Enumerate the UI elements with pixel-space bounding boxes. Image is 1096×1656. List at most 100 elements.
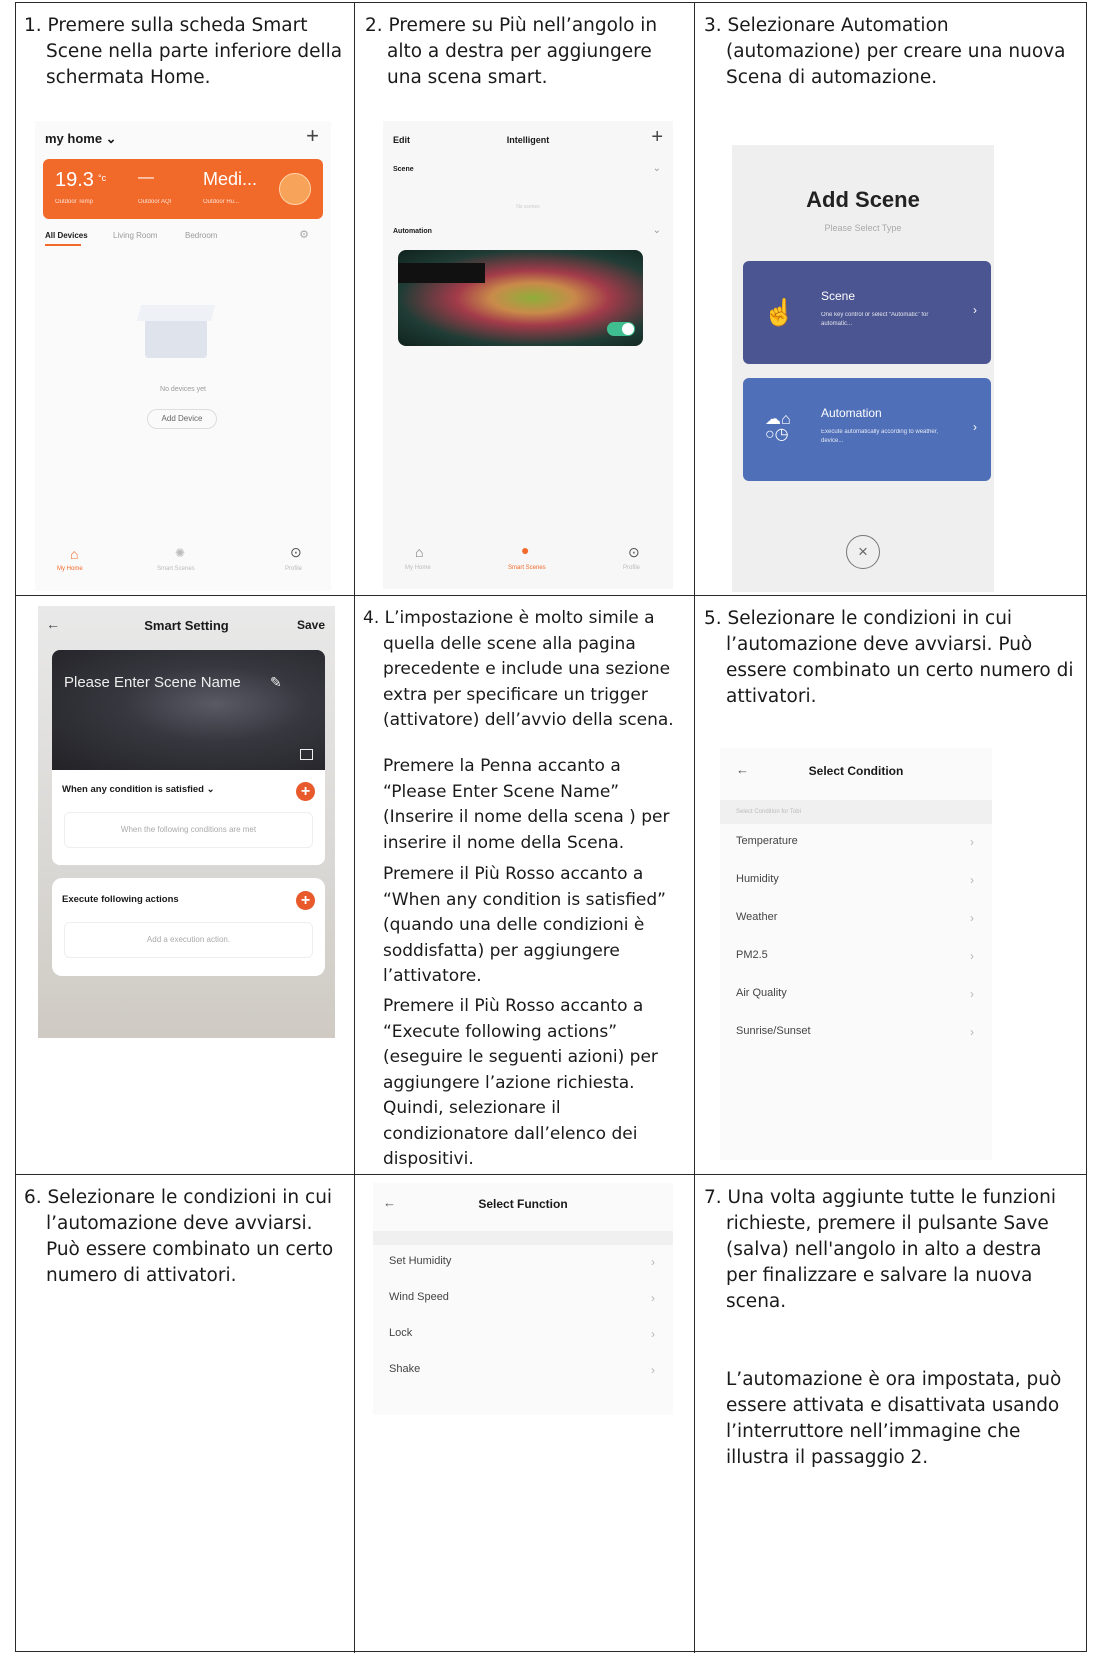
add-device-button[interactable]: Add Device [147,409,217,429]
hand-tap-icon: ☝ [763,297,796,327]
tab-bedroom[interactable]: Bedroom [185,231,217,240]
actions-card: Execute following actions + Add a execut… [52,878,325,976]
nav-scenes-label: Smart Scenes [508,565,546,571]
scene-chevron-icon[interactable]: ⌄ [653,163,661,174]
step-4-para-3: Premere il Più Rosso accanto a “When any… [383,864,666,986]
temp-value: 19.3 [55,169,94,191]
tab-all-devices[interactable]: All Devices [45,231,88,240]
hum-label: Outdoor Hu... [203,199,240,205]
pencil-icon[interactable]: ✎ [270,674,282,691]
condition-section-header: Select Condition for Tobi [720,800,992,824]
step-7-para-2: L’automazione è ora impostata, può esser… [726,1369,1062,1468]
select-function-screen: ← Select Function Set Humidity › Wind Spee… [373,1183,673,1415]
automation-name-redacted [398,263,485,283]
add-scene-title: Add Scene [806,187,920,212]
step-3-text: 3. Selezionare Automation (automazione) … [704,15,1066,88]
chevron-right-icon: › [973,420,977,434]
condition-item[interactable]: Humidity › [720,862,992,900]
nav-home-icon[interactable]: ⌂ [415,544,423,560]
automation-chevron-icon[interactable]: ⌄ [653,225,661,236]
function-item-label: Wind Speed [389,1291,449,1303]
condition-hint-box[interactable]: When the following conditions are met [64,812,313,848]
condition-item[interactable]: Sunrise/Sunset › [720,1014,992,1052]
step-6-text: 6. Selezionare le condizioni in cui l’au… [24,1187,334,1286]
cell-step-2: 2. Premere su Più nell’angolo in alto a … [355,3,695,596]
automation-toggle[interactable] [607,322,635,336]
settings-icon[interactable]: ⚙ [299,228,309,241]
image-icon[interactable] [300,749,313,760]
smart-setting-title: Smart Setting [144,618,229,633]
microphone-icon[interactable] [279,173,311,205]
weather-clock-icon: ☁⌂ ○◷ [765,411,791,443]
function-item[interactable]: Set Humidity › [373,1245,673,1281]
home-screen: my home ⌄ + 19.3 °c — Medi... Outdoor Te… [35,121,331,591]
select-condition-title: Select Condition [808,764,904,778]
condition-item-label: Air Quality [736,987,787,999]
tab-living-room[interactable]: Living Room [113,231,157,240]
add-condition-icon[interactable]: + [296,782,315,801]
condition-item[interactable]: Weather › [720,900,992,938]
function-item-label: Lock [389,1327,413,1339]
function-item[interactable]: Shake › [373,1353,673,1389]
function-item-label: Set Humidity [389,1255,452,1267]
condition-item[interactable]: Temperature › [720,824,992,862]
function-item[interactable]: Lock › [373,1317,673,1353]
condition-header[interactable]: When any condition is satisfied ⌄ [62,784,215,795]
nav-scenes-icon[interactable]: ● [521,542,529,558]
no-devices-text: No devices yet [160,386,206,393]
nav-scenes-icon[interactable]: ✺ [175,546,185,560]
chevron-right-icon: › [970,835,974,849]
chevron-right-icon: › [651,1327,655,1341]
add-scene-icon[interactable]: + [651,126,663,149]
automation-type-card[interactable]: ☁⌂ ○◷ Automation Execute automatically ac… [743,378,991,481]
function-item[interactable]: Wind Speed › [373,1281,673,1317]
actions-hint-box[interactable]: Add a execution action. [64,922,313,958]
step-4-para-1: 4. L’impostazione è molto simile a quell… [363,608,674,730]
step-7-para-1: 7. Una volta aggiunte tutte le funzioni … [704,1187,1056,1312]
tab-underline [45,244,81,246]
cell-step-7: 7. Una volta aggiunte tutte le funzioni … [695,1175,1087,1653]
nav-profile-label: Profile [285,566,303,572]
empty-box-icon [145,316,207,358]
condition-card: When any condition is satisfied ⌄ + When… [52,770,325,865]
nav-home-label: My Home [405,565,431,571]
add-action-icon[interactable]: + [296,891,315,910]
condition-item[interactable]: PM2.5 › [720,938,992,976]
chevron-right-icon: › [651,1363,655,1377]
nav-home-icon[interactable]: ⌂ [70,546,78,562]
scene-type-card[interactable]: ☝ Scene One key control or select “Autom… [743,261,991,364]
save-button[interactable]: Save [297,618,325,632]
instruction-table: 1. Premere sulla scheda Smart Scene nell… [15,2,1087,1653]
nav-profile-label: Profile [623,565,641,571]
actions-header[interactable]: Execute following actions [62,894,179,905]
chevron-right-icon: › [970,987,974,1001]
condition-section-label: Select Condition for Tobi [736,809,801,815]
home-title[interactable]: my home ⌄ [45,131,117,147]
add-icon[interactable]: + [306,123,319,149]
condition-item-label: Temperature [736,835,798,847]
select-function-title: Select Function [478,1197,568,1211]
cell-step-1: 1. Premere sulla scheda Smart Scene nell… [16,3,355,596]
scene-card-desc: One key control or select “Automatic” fo… [821,312,929,327]
step-5-text: 5. Selezionare le condizioni in cui l’au… [704,608,1074,707]
scene-empty-text: No scenes [516,204,540,210]
toggle-knob [622,323,634,335]
temp-label: Outdoor Temp [55,199,93,205]
condition-item-label: Sunrise/Sunset [736,1025,811,1037]
nav-profile-icon[interactable]: ⊙ [290,544,302,561]
close-icon[interactable]: × [846,535,880,569]
intelligent-title: Intelligent [506,135,550,145]
temp-unit: °c [98,173,107,183]
automation-card-image[interactable] [398,250,643,346]
aqi-label: Outdoor AQI [138,199,172,205]
step-4-para-2: Premere la Penna accanto a “Please Enter… [383,756,670,853]
chevron-right-icon: › [651,1255,655,1269]
nav-scenes-label: Smart Scenes [157,566,195,572]
cell-step-4-image: ← Smart Setting Save Please Enter Scene … [16,596,355,1175]
nav-profile-icon[interactable]: ⊙ [628,544,640,561]
scene-name-placeholder[interactable]: Please Enter Scene Name [64,674,241,691]
chevron-right-icon: › [970,949,974,963]
automation-card-desc: Execute automatically according to weath… [821,429,939,444]
condition-item[interactable]: Air Quality › [720,976,992,1014]
scene-card-title: Scene [821,289,856,303]
